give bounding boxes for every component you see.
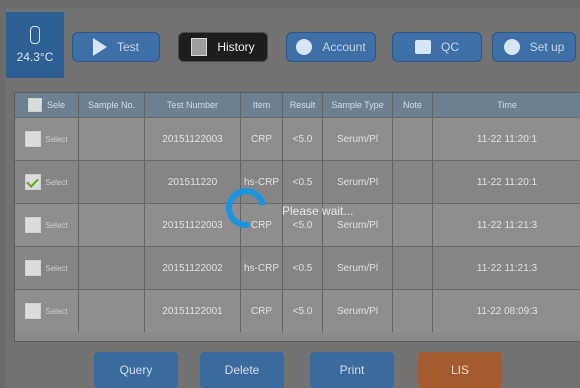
history-label: History bbox=[217, 40, 255, 54]
cell-sample-no bbox=[79, 161, 145, 203]
row-checkbox[interactable] bbox=[25, 131, 42, 147]
print-button[interactable]: Print bbox=[310, 352, 394, 388]
header-test-number: Test Number bbox=[145, 93, 241, 117]
header-item: Item bbox=[241, 93, 283, 117]
cell-note bbox=[393, 247, 433, 289]
cell-result: <0.5 bbox=[283, 247, 323, 289]
table-row[interactable]: Select 20151122003 CRP <5.0 Serum/Pl 11-… bbox=[15, 117, 580, 160]
test-label: Test bbox=[116, 40, 139, 54]
cell-sample-no bbox=[79, 247, 145, 289]
table-header: Sele Sample No. Test Number Item Result … bbox=[15, 93, 580, 117]
cell-sample-no bbox=[79, 118, 145, 160]
play-icon bbox=[92, 38, 107, 56]
cell-result: <5.0 bbox=[283, 118, 323, 160]
cell-item: hs-CRP bbox=[241, 247, 283, 289]
header-time: Time bbox=[497, 100, 517, 110]
setup-button[interactable]: Set up bbox=[492, 32, 576, 62]
header-sample-no: Sample No. bbox=[79, 93, 145, 117]
cell-test-number: 20151122001 bbox=[145, 290, 241, 332]
header-note: Note bbox=[393, 93, 433, 117]
row-checkbox[interactable] bbox=[25, 303, 42, 319]
table-row[interactable]: Select 201511220 hs-CRP <0.5 Serum/Pl 11… bbox=[15, 160, 580, 203]
cell-sample-type: Serum/Pl bbox=[323, 247, 393, 289]
gear-icon bbox=[503, 39, 520, 55]
cell-sample-type: Serum/Pl bbox=[323, 161, 393, 203]
cell-note bbox=[393, 118, 433, 160]
lis-button[interactable]: LIS bbox=[418, 352, 502, 388]
row-select[interactable]: Select bbox=[25, 131, 68, 147]
cell-note bbox=[393, 290, 433, 332]
table-row[interactable]: Select 20151122001 CRP <5.0 Serum/Pl 11-… bbox=[15, 289, 580, 332]
select-all-checkbox[interactable] bbox=[27, 98, 42, 112]
temperature-value: 24.3°C bbox=[16, 50, 54, 64]
cell-note bbox=[393, 161, 433, 203]
row-checkbox-checked[interactable] bbox=[25, 174, 42, 190]
cell-sample-no bbox=[79, 204, 145, 246]
setup-label: Set up bbox=[529, 40, 565, 54]
please-wait-text: Please wait... bbox=[282, 204, 354, 218]
test-button[interactable]: Test bbox=[72, 32, 160, 62]
cell-sample-type: Serum/Pl bbox=[323, 290, 393, 332]
account-button[interactable]: Account bbox=[286, 32, 376, 62]
cell-note bbox=[393, 204, 433, 246]
cell-test-number: 201511220 bbox=[145, 161, 241, 203]
cell-time: 11-22 11:20:1 bbox=[476, 133, 538, 145]
row-checkbox[interactable] bbox=[25, 260, 42, 276]
account-icon bbox=[296, 39, 313, 55]
cell-result: <5.0 bbox=[283, 290, 323, 332]
row-select[interactable]: Select bbox=[25, 303, 68, 319]
cell-test-number: 20151122002 bbox=[145, 247, 241, 289]
table-row[interactable]: Select 20151122002 hs-CRP <0.5 Serum/Pl … bbox=[15, 246, 580, 289]
document-icon bbox=[191, 38, 208, 56]
row-select[interactable]: Select bbox=[25, 217, 68, 233]
row-checkbox[interactable] bbox=[25, 217, 42, 233]
cell-result: <0.5 bbox=[283, 161, 323, 203]
cell-time: 11-22 11:20:1 bbox=[476, 176, 538, 188]
qc-icon bbox=[415, 40, 431, 54]
cell-time: 11-22 11:21:3 bbox=[476, 219, 538, 231]
row-select[interactable]: Select bbox=[25, 174, 68, 190]
cell-sample-no bbox=[79, 290, 145, 332]
qc-label: QC bbox=[441, 40, 459, 54]
cell-test-number: 20151122003 bbox=[145, 118, 241, 160]
temperature-panel: 24.3°C bbox=[6, 12, 64, 78]
query-button[interactable]: Query bbox=[94, 352, 178, 388]
qc-button[interactable]: QC bbox=[392, 32, 482, 62]
row-select[interactable]: Select bbox=[25, 260, 68, 276]
thermometer-icon bbox=[30, 26, 40, 44]
header-select: Sele bbox=[15, 93, 79, 117]
cell-time: 11-22 08:09:3 bbox=[476, 305, 538, 317]
account-label: Account bbox=[322, 40, 366, 54]
cell-time: 11-22 11:21:3 bbox=[476, 262, 538, 274]
delete-button[interactable]: Delete bbox=[200, 352, 284, 388]
cell-sample-type: Serum/Pl bbox=[323, 118, 393, 160]
history-button[interactable]: History bbox=[178, 32, 268, 62]
header-sample-type: Sample Type bbox=[323, 93, 393, 117]
cell-item: CRP bbox=[241, 118, 283, 160]
cell-item: CRP bbox=[241, 290, 283, 332]
header-result: Result bbox=[283, 93, 323, 117]
